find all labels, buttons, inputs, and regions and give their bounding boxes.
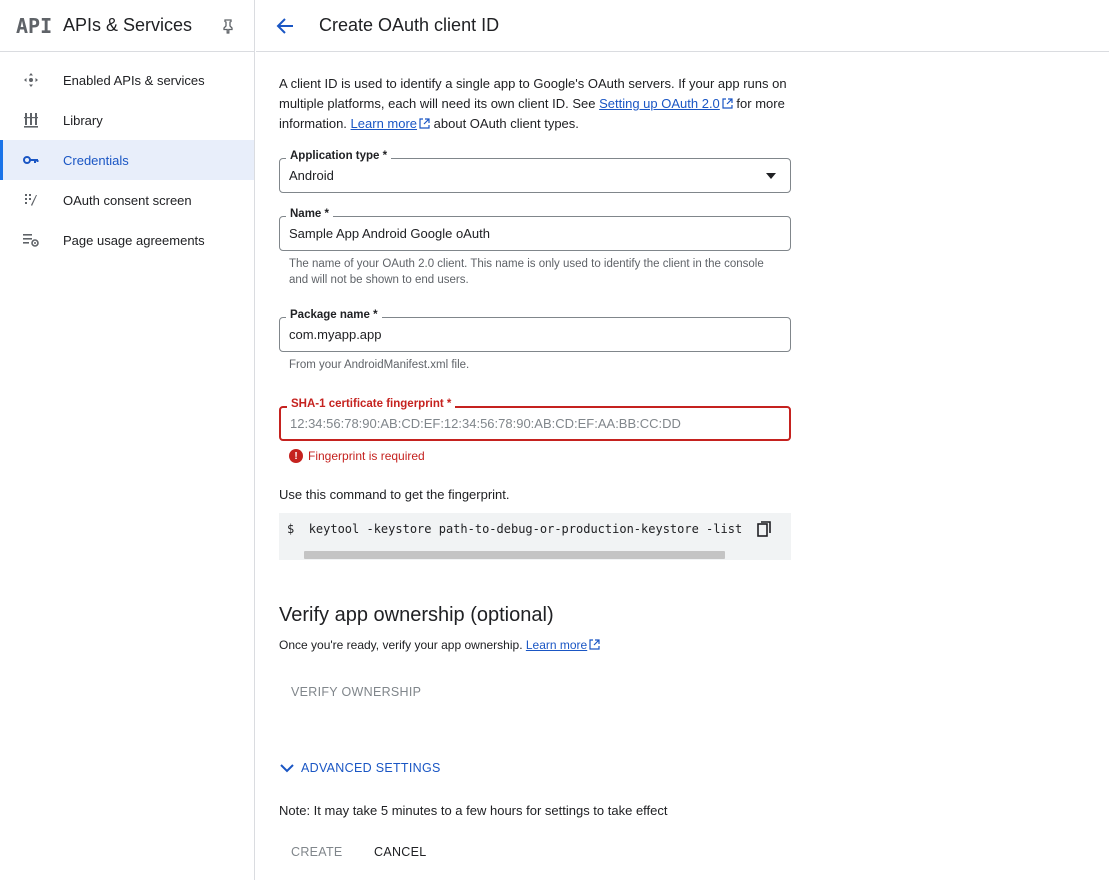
page-header: Create OAuth client ID [256,0,1109,52]
setting-up-oauth-link[interactable]: Setting up OAuth 2.0 [599,96,720,111]
key-icon [22,151,40,169]
error-message: ! Fingerprint is required [289,449,425,463]
package-name-field[interactable]: Package name * com.myapp.app [279,309,791,352]
library-icon [22,111,40,129]
sidebar-item-page-usage[interactable]: Page usage agreements [0,220,254,260]
settings-list-icon [22,231,40,249]
field-label: SHA-1 certificate fingerprint * [287,398,456,410]
sidebar-item-label: Page usage agreements [63,232,205,248]
back-arrow-icon[interactable] [274,15,296,37]
consent-screen-icon [22,191,40,209]
external-link-icon [722,98,733,109]
learn-more-link[interactable]: Learn more [351,116,417,131]
field-value: Android [289,168,334,183]
sidebar-item-label: Library [63,112,103,128]
field-label: Package name * [286,309,382,321]
intro-text-part: about OAuth client types. [430,116,579,131]
package-hint: From your AndroidManifest.xml file. [289,359,470,371]
field-placeholder: 12:34:56:78:90:AB:CD:EF:12:34:56:78:90:A… [290,416,681,431]
command-string: keytool -keystore path-to-debug-or-produ… [308,522,743,536]
sha1-fingerprint-field[interactable]: SHA-1 certificate fingerprint * 12:34:56… [279,398,791,441]
external-link-icon [419,118,430,129]
sidebar-header: API APIs & Services [0,0,254,52]
error-text: Fingerprint is required [308,449,425,463]
form-content: A client ID is used to identify a single… [279,74,799,859]
sidebar-item-label: Credentials [63,152,129,168]
application-type-select[interactable]: Application type * Android [279,150,791,193]
advanced-settings-toggle[interactable]: ADVANCED SETTINGS [279,761,441,775]
api-logo: API [16,13,53,38]
field-label: Application type * [286,150,392,162]
main-panel: Create OAuth client ID A client ID is us… [256,0,1109,880]
enabled-apis-icon [22,71,40,89]
field-value: com.myapp.app [289,327,382,342]
horizontal-scrollbar[interactable] [304,551,725,559]
pin-icon[interactable] [220,18,236,34]
command-prompt: $ [287,522,295,536]
command-label: Use this command to get the fingerprint. [279,487,510,502]
command-code-block: $ keytool -keystore path-to-debug-or-pro… [279,513,791,560]
verify-ownership-button[interactable]: VERIFY OWNERSHIP [291,685,421,699]
page-title: Create OAuth client ID [319,15,500,35]
field-value: Sample App Android Google oAuth [289,226,490,241]
name-field[interactable]: Name * Sample App Android Google oAuth [279,208,791,251]
dropdown-arrow-icon [766,173,776,179]
sidebar-item-oauth-consent[interactable]: OAuth consent screen [0,180,254,220]
sidebar-item-credentials[interactable]: Credentials [0,140,254,180]
intro-text: A client ID is used to identify a single… [279,74,789,134]
chevron-down-icon [280,764,294,773]
sidebar-nav: Enabled APIs & services Library Credenti… [0,60,254,260]
command-text: $ keytool -keystore path-to-debug-or-pro… [287,522,742,536]
error-icon: ! [289,449,303,463]
name-hint: The name of your OAuth 2.0 client. This … [289,258,764,286]
create-button[interactable]: CREATE [291,845,343,859]
sidebar-item-library[interactable]: Library [0,100,254,140]
verify-heading: Verify app ownership (optional) [279,604,554,626]
copy-icon[interactable] [757,521,771,537]
external-link-icon [589,639,600,650]
sidebar-title: APIs & Services [63,15,193,35]
cancel-button[interactable]: CANCEL [374,845,427,859]
sidebar-item-label: OAuth consent screen [63,192,192,208]
sidebar-item-enabled-apis[interactable]: Enabled APIs & services [0,60,254,100]
sidebar: API APIs & Services Enabled APIs & servi… [0,0,255,880]
advanced-settings-label: ADVANCED SETTINGS [301,761,441,775]
settings-note: Note: It may take 5 minutes to a few hou… [279,803,668,818]
verify-text: Once you're ready, verify your app owner… [279,638,600,652]
verify-learn-more-link[interactable]: Learn more [526,638,587,652]
sidebar-item-label: Enabled APIs & services [63,72,205,88]
field-label: Name * [286,208,333,220]
verify-text-part: Once you're ready, verify your app owner… [279,638,526,652]
